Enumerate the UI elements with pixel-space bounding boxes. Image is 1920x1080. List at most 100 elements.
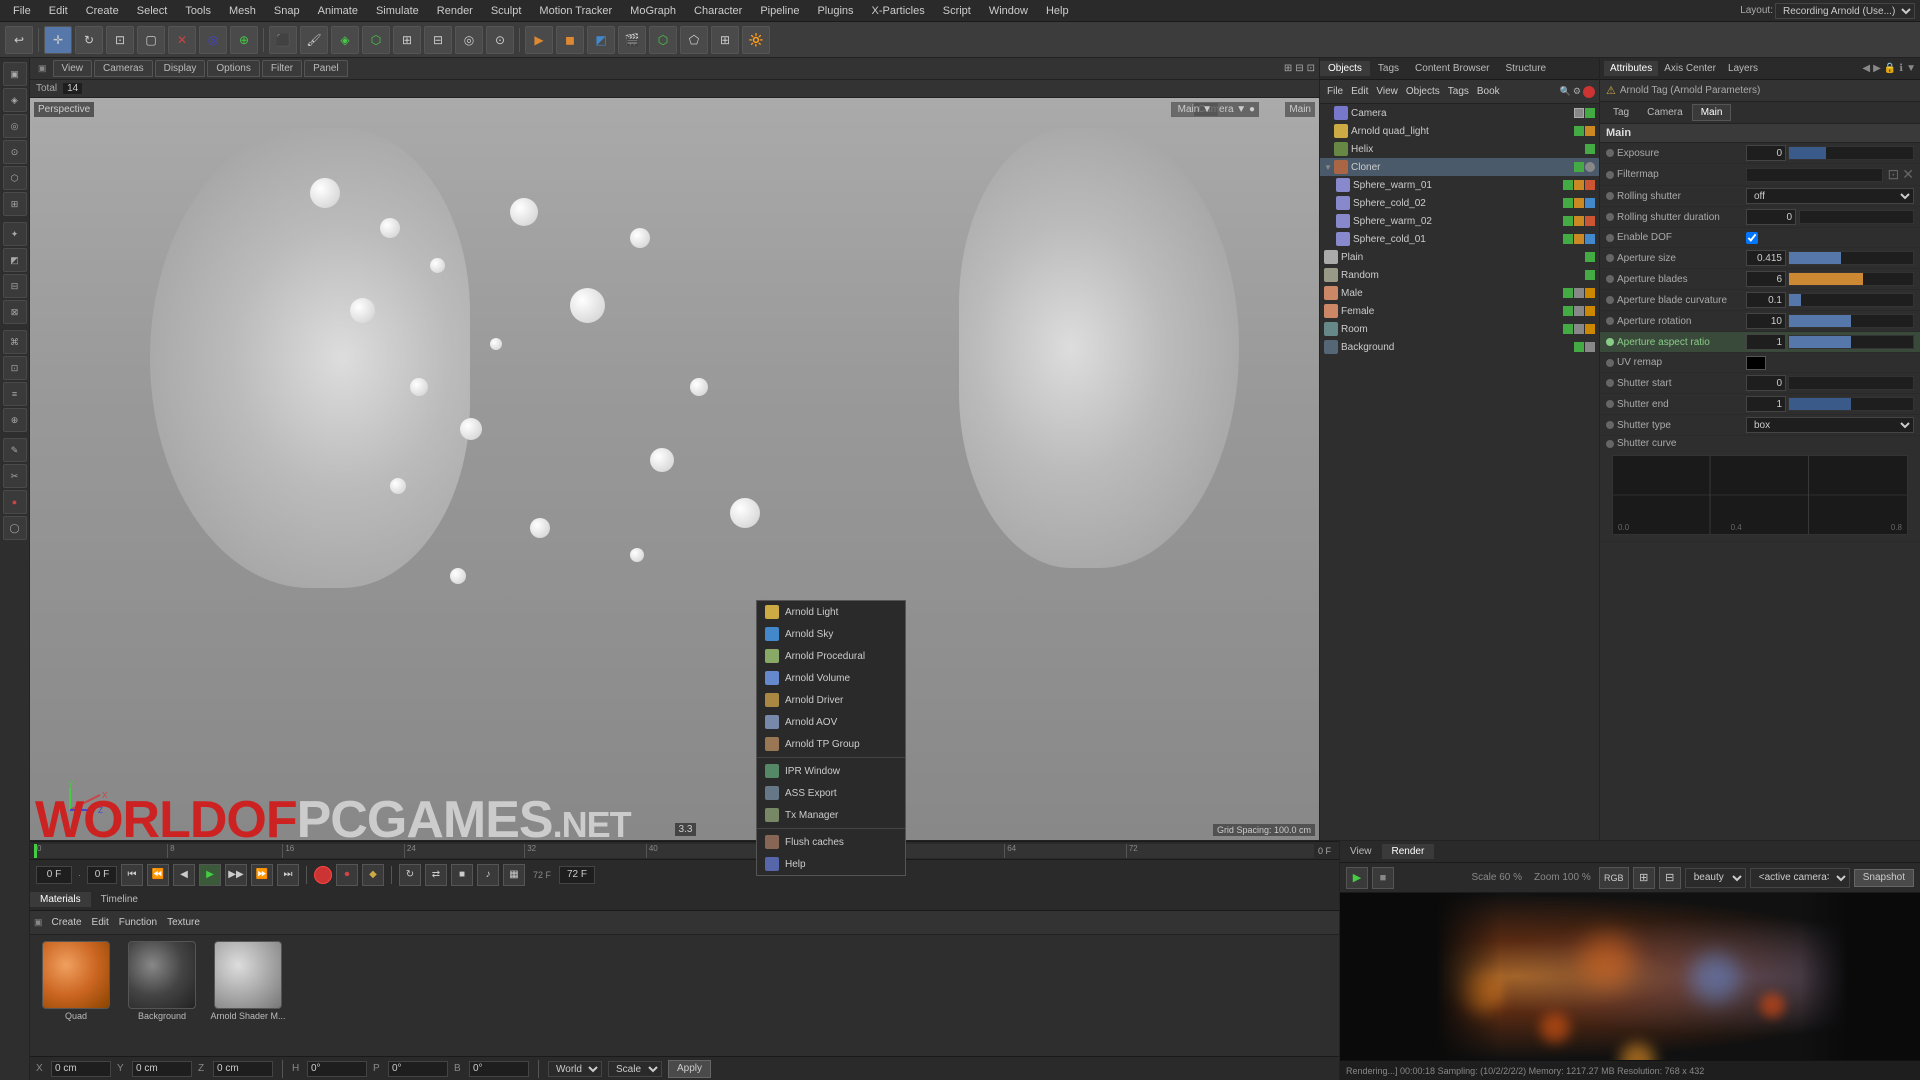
menu-simulate[interactable]: Simulate [368,3,427,19]
dof-checkbox[interactable] [1746,232,1758,244]
tab-structure[interactable]: Structure [1498,61,1555,76]
sidebar-icon-5[interactable]: ⬡ [3,166,27,190]
shutter-end-input[interactable] [1746,396,1786,412]
menu-tools[interactable]: Tools [177,3,219,19]
t10[interactable]: ⊙ [486,26,514,54]
record-btn[interactable] [314,866,332,884]
shutter-start-slider[interactable] [1788,376,1914,390]
z-pos-input[interactable] [213,1061,273,1077]
viewport-3d[interactable]: Perspective Camera ▼ ● Main Grid Spacing… [30,98,1319,840]
obj-row-room[interactable]: Room [1320,320,1599,338]
ctx-ipr-window[interactable]: IPR Window [757,760,905,782]
t3[interactable]: ⊕ [230,26,258,54]
uv-remap-color[interactable] [1746,356,1766,370]
attr-value-rsd[interactable] [1746,209,1914,225]
viewport-tab-filter[interactable]: Filter [262,60,302,77]
objects-active-indicator[interactable] [1583,86,1595,98]
aperture-size-input[interactable] [1746,250,1786,266]
ctx-flush-caches[interactable]: Flush caches [757,831,905,853]
menu-select[interactable]: Select [129,3,176,19]
mats-menu-icon[interactable]: ▣ [34,917,43,928]
obj-row-quad-light[interactable]: Arnold quad_light [1320,122,1599,140]
render-display-dropdown[interactable]: beauty [1685,868,1746,888]
menu-animate[interactable]: Animate [310,3,366,19]
filtermap-clear-btn[interactable]: ✕ [1902,166,1914,183]
render-play-btn[interactable]: ▶ [1346,867,1368,889]
render-snapshot-btn[interactable]: Snapshot [1854,869,1914,887]
objects-file-btn[interactable]: File [1324,85,1346,98]
sidebar-icon-14[interactable]: ⊕ [3,408,27,432]
obj-row-background[interactable]: Background [1320,338,1599,356]
viewport-tab-cameras[interactable]: Cameras [94,60,153,77]
sidebar-icon-11[interactable]: ⌘ [3,330,27,354]
tab-view[interactable]: View [1340,844,1382,859]
obj-row-male[interactable]: Male [1320,284,1599,302]
attr-value-rolling-shutter[interactable]: off on [1746,188,1914,204]
t12[interactable]: ◼ [556,26,584,54]
obj-row-random[interactable]: Random [1320,266,1599,284]
attr-value-exposure[interactable] [1746,145,1914,161]
ctx-arnold-procedural[interactable]: Arnold Procedural [757,645,905,667]
exposure-slider[interactable] [1788,146,1914,160]
tab-render[interactable]: Render [1382,844,1435,859]
rsd-slider[interactable] [1799,210,1914,224]
mats-create-btn[interactable]: Create [49,916,85,929]
bounce-btn[interactable]: ⇄ [425,864,447,886]
objects-objects-btn[interactable]: Objects [1403,85,1443,98]
timeline-ruler[interactable]: 0 8 16 24 32 40 48 56 64 72 [34,844,1314,858]
sidebar-icon-8[interactable]: ◩ [3,248,27,272]
t6[interactable]: ⬡ [362,26,390,54]
attr-value-uv-remap[interactable] [1746,356,1914,370]
filtermap-slider[interactable] [1746,168,1883,182]
t7[interactable]: ⊞ [393,26,421,54]
p-input[interactable] [388,1061,448,1077]
render-layout-btn1[interactable]: ⊞ [1633,867,1655,889]
shutter-curve-container[interactable]: 0.0 0.4 0.8 [1606,449,1914,539]
aperture-aspect-slider[interactable] [1788,335,1914,349]
ctx-arnold-driver[interactable]: Arnold Driver [757,689,905,711]
scale-dropdown[interactable]: Scale [608,1061,662,1077]
menu-edit[interactable]: Edit [41,3,76,19]
tab-timeline[interactable]: Timeline [91,892,148,907]
menu-snap[interactable]: Snap [266,3,308,19]
ctx-arnold-tp-group[interactable]: Arnold TP Group [757,733,905,755]
scale-tool[interactable]: ⊡ [106,26,134,54]
ctx-arnold-volume[interactable]: Arnold Volume [757,667,905,689]
tab-layers[interactable]: Layers [1722,61,1764,76]
menu-mograph[interactable]: MoGraph [622,3,684,19]
attr-fwd-btn[interactable]: ▶ [1873,63,1881,74]
menu-sculpt[interactable]: Sculpt [483,3,530,19]
attr-info-btn[interactable]: ℹ [1899,63,1903,74]
menu-pipeline[interactable]: Pipeline [752,3,807,19]
t8[interactable]: ⊟ [424,26,452,54]
next-frame-btn[interactable]: ⏩ [251,864,273,886]
obj-row-plain[interactable]: Plain [1320,248,1599,266]
obj-row-cloner[interactable]: ▼ Cloner [1320,158,1599,176]
ctx-arnold-aov[interactable]: Arnold AOV [757,711,905,733]
x-pos-input[interactable] [51,1061,111,1077]
aperture-blades-input[interactable] [1746,271,1786,287]
rolling-shutter-dropdown[interactable]: off on [1746,188,1914,204]
sound-btn[interactable]: ♪ [477,864,499,886]
objects-edit-btn[interactable]: Edit [1348,85,1371,98]
objects-book-btn[interactable]: Book [1474,85,1503,98]
objects-settings-btn[interactable]: ⚙ [1573,86,1581,98]
attr-value-aperture-size[interactable] [1746,250,1914,266]
objects-view-btn[interactable]: View [1373,85,1401,98]
aperture-curve-slider[interactable] [1788,293,1914,307]
tab-axis-center[interactable]: Axis Center [1658,61,1722,76]
material-background[interactable]: Background [122,941,202,1021]
attr-value-aperture-rotation[interactable] [1746,313,1914,329]
start-frame-input[interactable] [87,866,117,884]
shutter-type-dropdown[interactable]: box triangle custom [1746,417,1914,433]
sidebar-icon-18[interactable]: ◯ [3,516,27,540]
layout-selector[interactable]: Recording Arnold (Use...) [1775,3,1915,19]
render-preview[interactable]: ▶ [525,26,553,54]
viewport-tab-options[interactable]: Options [207,60,259,77]
menu-motion-tracker[interactable]: Motion Tracker [531,3,620,19]
obj-row-sphere-warm01[interactable]: Sphere_warm_01 [1320,176,1599,194]
rsd-input[interactable] [1746,209,1796,225]
rotate-tool[interactable]: ↻ [75,26,103,54]
ctx-arnold-sky[interactable]: Arnold Sky [757,623,905,645]
cube-tool[interactable]: ⬛ [269,26,297,54]
